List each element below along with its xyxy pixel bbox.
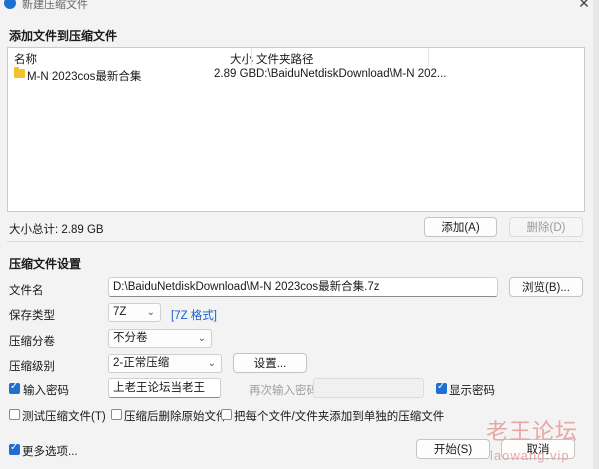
save-type-value: 7Z: [113, 306, 127, 318]
file-list[interactable]: 名称 大小 文件夹路径 M-N 2023cos最新合集 2.89 GB D:\B…: [7, 47, 585, 212]
add-files-section-title: 添加文件到压缩文件: [9, 29, 118, 43]
format-link[interactable]: [7Z 格式]: [171, 307, 217, 323]
volume-select[interactable]: 不分卷 ⌄: [108, 329, 212, 348]
save-type-label: 保存类型: [9, 310, 55, 322]
file-list-row[interactable]: M-N 2023cos最新合集 2.89 GB D:\BaiduNetdiskD…: [8, 67, 584, 83]
volume-value: 不分卷: [113, 332, 148, 344]
more-options-label[interactable]: 更多选项...: [22, 443, 78, 459]
separate-archives-checkbox[interactable]: [221, 409, 232, 420]
password-input[interactable]: 上老王论坛当老王: [108, 378, 221, 398]
repeat-password-input: [313, 378, 424, 398]
window-edge: [593, 0, 599, 469]
browse-button[interactable]: 浏览(B)...: [509, 277, 583, 297]
total-size: 大小总计: 2.89 GB: [9, 224, 104, 236]
file-list-header: 名称 大小 文件夹路径: [8, 48, 584, 66]
filename-input[interactable]: D:\BaiduNetdiskDownload\M-N 2023cos最新合集.…: [108, 277, 498, 297]
archive-settings-title: 压缩文件设置: [9, 257, 82, 271]
separate-archives-label[interactable]: 把每个文件/文件夹添加到单独的压缩文件: [234, 408, 444, 424]
watermark-url: laowang.vip: [490, 448, 570, 463]
close-icon[interactable]: ✕: [574, 0, 594, 11]
volume-label: 压缩分卷: [9, 336, 55, 348]
chevron-down-icon: ⌄: [146, 307, 155, 318]
repeat-password-label: 再次输入密码: [249, 385, 318, 397]
password-checkbox-label[interactable]: 输入密码: [23, 382, 69, 398]
more-options-checkbox[interactable]: [9, 442, 20, 455]
file-size: 2.89 GB: [214, 68, 257, 80]
show-password-label[interactable]: 显示密码: [449, 382, 495, 398]
save-type-select[interactable]: 7Z ⌄: [108, 303, 161, 322]
section-divider: [7, 241, 583, 242]
column-name[interactable]: 名称: [14, 51, 37, 67]
delete-source-checkbox[interactable]: [111, 409, 122, 420]
level-value: 2-正常压缩: [113, 357, 170, 369]
folder-icon: [14, 67, 25, 78]
show-password-checkbox[interactable]: [436, 381, 447, 394]
delete-source-label[interactable]: 压缩后删除原始文件: [124, 408, 228, 424]
column-divider[interactable]: [251, 48, 252, 66]
watermark-text: 老王论坛: [486, 419, 579, 444]
chevron-down-icon: ⌄: [197, 333, 206, 344]
file-name: M-N 2023cos最新合集: [27, 71, 142, 83]
test-archive-label[interactable]: 测试压缩文件(T): [22, 408, 106, 424]
column-size[interactable]: 大小: [230, 51, 253, 67]
file-path: D:\BaiduNetdiskDownload\M-N 202...: [256, 68, 447, 80]
level-label: 压缩级别: [9, 361, 55, 373]
column-divider[interactable]: [428, 48, 429, 66]
delete-button[interactable]: 删除(D): [509, 217, 583, 237]
title-bar: [0, 0, 599, 14]
setup-button[interactable]: 设置...: [233, 353, 307, 373]
password-checkbox[interactable]: [9, 381, 20, 394]
filename-label: 文件名: [9, 285, 44, 297]
level-select[interactable]: 2-正常压缩 ⌄: [108, 354, 222, 373]
column-path[interactable]: 文件夹路径: [256, 51, 314, 67]
window-title: 新建压缩文件: [22, 0, 88, 11]
test-archive-checkbox[interactable]: [9, 409, 20, 420]
chevron-down-icon: ⌄: [207, 358, 216, 369]
add-button[interactable]: 添加(A): [424, 217, 497, 237]
start-button[interactable]: 开始(S): [416, 439, 490, 459]
